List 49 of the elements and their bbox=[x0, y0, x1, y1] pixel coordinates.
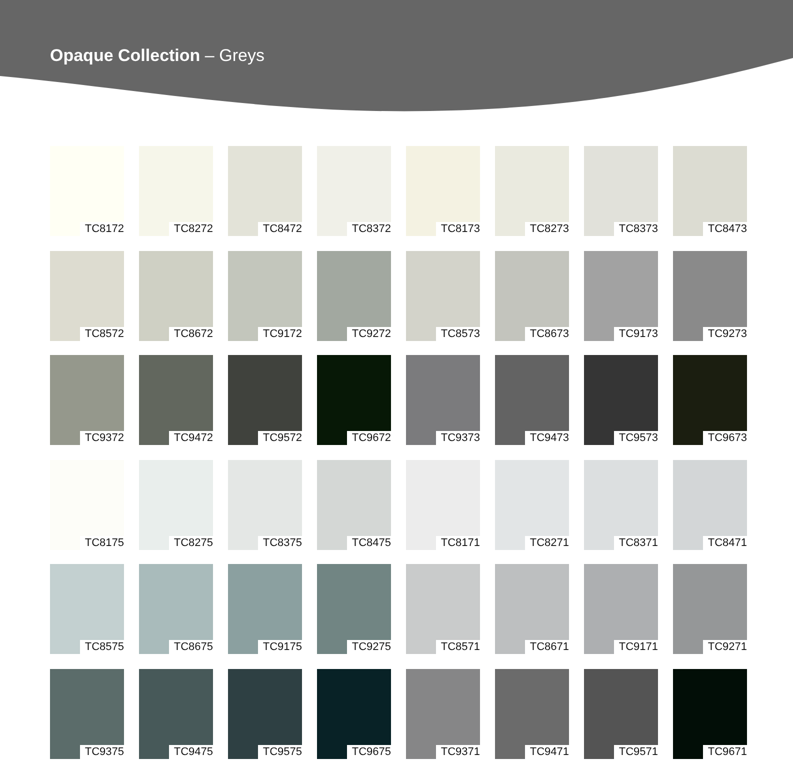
color-code: TC8475 bbox=[346, 536, 391, 550]
color-code: TC9471 bbox=[524, 744, 569, 758]
color-code: TC8473 bbox=[702, 222, 747, 236]
color-code: TC8575 bbox=[80, 640, 124, 654]
color-code: TC8372 bbox=[346, 222, 391, 236]
color-code: TC9272 bbox=[346, 326, 391, 340]
color-code: TC9475 bbox=[168, 744, 213, 758]
color-code: TC8375 bbox=[258, 536, 302, 550]
color-code: TC9673 bbox=[702, 431, 747, 445]
color-code: TC8571 bbox=[436, 640, 480, 654]
color-code: TC9672 bbox=[346, 431, 391, 445]
color-code: TC8675 bbox=[168, 640, 213, 654]
color-code: TC8373 bbox=[614, 222, 658, 236]
color-code: TC9573 bbox=[614, 431, 658, 445]
color-code: TC8572 bbox=[80, 326, 124, 340]
page-title: Opaque Collection – Greys bbox=[50, 46, 264, 66]
color-code: TC8272 bbox=[168, 222, 213, 236]
color-code: TC8673 bbox=[524, 326, 569, 340]
color-code: TC9271 bbox=[702, 640, 747, 654]
color-code: TC9375 bbox=[80, 744, 124, 758]
color-code: TC9571 bbox=[614, 744, 658, 758]
color-code: TC9372 bbox=[80, 431, 124, 445]
color-code: TC9275 bbox=[346, 640, 391, 654]
color-code: TC8273 bbox=[524, 222, 569, 236]
color-code: TC9575 bbox=[258, 744, 302, 758]
color-code: TC9671 bbox=[702, 744, 747, 758]
color-code: TC9472 bbox=[168, 431, 213, 445]
color-code: TC8573 bbox=[436, 326, 480, 340]
color-code: TC8275 bbox=[168, 536, 213, 550]
color-code: TC9173 bbox=[614, 326, 658, 340]
color-code: TC8173 bbox=[436, 222, 480, 236]
color-code: TC9572 bbox=[258, 431, 302, 445]
color-code: TC9373 bbox=[436, 431, 480, 445]
color-code: TC9175 bbox=[258, 640, 302, 654]
color-code: TC9371 bbox=[436, 744, 480, 758]
color-code: TC9171 bbox=[614, 640, 658, 654]
color-code: TC8271 bbox=[524, 536, 569, 550]
color-code: TC8171 bbox=[436, 536, 480, 550]
color-code: TC9273 bbox=[702, 326, 747, 340]
color-code: TC8175 bbox=[80, 536, 124, 550]
color-code: TC9473 bbox=[524, 431, 569, 445]
color-code: TC8172 bbox=[80, 222, 124, 236]
color-code: TC8472 bbox=[258, 222, 302, 236]
color-code: TC8471 bbox=[702, 536, 747, 550]
color-code: TC8371 bbox=[614, 536, 658, 550]
color-code: TC8671 bbox=[524, 640, 569, 654]
color-code: TC8672 bbox=[168, 326, 213, 340]
color-code: TC9172 bbox=[258, 326, 302, 340]
color-code: TC9675 bbox=[346, 744, 391, 758]
